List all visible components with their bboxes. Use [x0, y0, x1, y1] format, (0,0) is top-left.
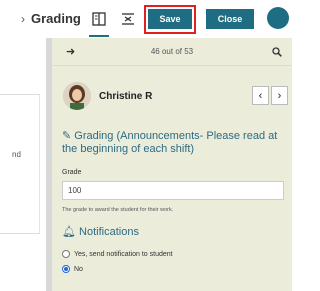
page-title: Grading — [31, 11, 81, 26]
grade-input[interactable]: 100 — [62, 181, 284, 200]
save-button[interactable]: Save — [148, 9, 192, 29]
grade-label: Grade — [62, 169, 82, 176]
pencil-icon: ✎ — [62, 130, 72, 142]
notify-yes-radio[interactable] — [62, 250, 70, 258]
notifications-heading-text: Notifications — [79, 226, 139, 238]
collapse-view-icon[interactable] — [121, 12, 135, 26]
submission-counter: 46 out of 53 — [150, 47, 194, 56]
search-icon[interactable] — [272, 47, 282, 57]
notify-yes-label: Yes, send notification to student — [74, 250, 173, 258]
user-avatar[interactable] — [267, 7, 289, 29]
grading-heading-text: Grading (Announcements- Please read at t… — [62, 130, 278, 155]
left-text-snippet: nd — [12, 150, 21, 159]
bell-icon: 🔔︎ — [62, 226, 76, 238]
top-bar: › Grading Save Close — [0, 0, 292, 38]
active-view-indicator — [89, 35, 109, 37]
left-pane: nd — [0, 38, 46, 291]
grading-panel: ➜ 46 out of 53 Christine R ‹ › ✎ Grading… — [52, 38, 292, 291]
student-row: Christine R ‹ › — [52, 82, 292, 116]
notify-no-option[interactable]: No — [62, 265, 83, 273]
left-content-card — [0, 94, 40, 234]
next-student-button[interactable]: › — [271, 86, 288, 105]
notify-no-radio[interactable] — [62, 265, 70, 273]
student-name: Christine R — [99, 91, 153, 102]
close-button[interactable]: Close — [206, 9, 254, 29]
notify-no-label: No — [74, 265, 83, 273]
notify-yes-option[interactable]: Yes, send notification to student — [62, 250, 173, 258]
submission-nav: ➜ 46 out of 53 — [52, 38, 292, 66]
breadcrumb-separator: › — [21, 12, 25, 26]
previous-student-button[interactable]: ‹ — [252, 86, 269, 105]
grading-heading: ✎ Grading (Announcements- Please read at… — [62, 130, 287, 156]
notifications-heading: 🔔︎ Notifications — [62, 225, 139, 238]
split-view-icon[interactable] — [92, 12, 106, 26]
grade-help-text: The grade to award the student for their… — [62, 207, 174, 213]
student-avatar — [63, 82, 91, 110]
